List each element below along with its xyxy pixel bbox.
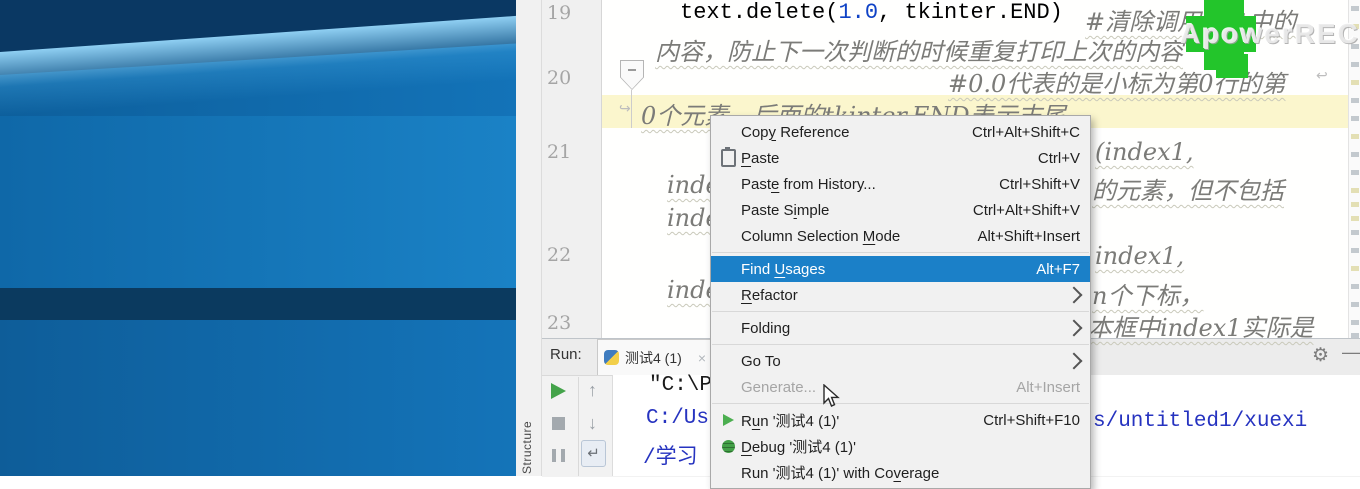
- error-stripe-mark: [1351, 116, 1359, 121]
- python-icon: [604, 350, 619, 365]
- apowerrec-logo-icon: [1216, 54, 1248, 78]
- line-number: 19: [547, 2, 572, 24]
- submenu-arrow-icon: [1065, 319, 1083, 337]
- menu-item-column-selection-mode[interactable]: Column Selection Mode Alt+Shift+Insert: [711, 223, 1090, 249]
- error-stripe-mark: [1351, 302, 1359, 307]
- menu-item-label: Refactor: [741, 286, 798, 304]
- menu-item-folding[interactable]: Folding: [711, 315, 1090, 341]
- menu-item-label: Column Selection Mode: [741, 227, 901, 245]
- run-label: Run:: [550, 346, 582, 363]
- pause-button[interactable]: [552, 449, 565, 462]
- rerun-button[interactable]: [551, 383, 566, 399]
- paste-icon-slot: [715, 147, 741, 167]
- menu-item-label: Go To: [741, 352, 781, 370]
- submenu-arrow-icon: [1065, 286, 1083, 304]
- menu-item-paste-simple[interactable]: Paste Simple Ctrl+Alt+Shift+V: [711, 197, 1090, 223]
- line-number: 22: [547, 244, 572, 266]
- menu-item-label: Generate...: [741, 378, 817, 396]
- error-stripe-scrollbar[interactable]: [1348, 0, 1360, 338]
- menu-separator: [712, 311, 1089, 312]
- menu-item-label: Find Usages: [741, 260, 826, 278]
- line-number: 21: [547, 141, 572, 163]
- apowerrec-watermark: ApowerREC: [1180, 18, 1360, 49]
- structure-tool-button[interactable]: Structure: [520, 421, 534, 474]
- error-stripe-mark: [1351, 62, 1359, 67]
- menu-item-paste[interactable]: Paste Ctrl+V: [711, 145, 1090, 171]
- menu-item-copy-reference[interactable]: Copy Reference Ctrl+Alt+Shift+C: [711, 119, 1090, 145]
- down-stack-trace-button[interactable]: ↓: [588, 413, 597, 434]
- menu-item-label: Debug '测试4 (1)': [741, 438, 856, 456]
- submenu-arrow-icon: [1065, 352, 1083, 370]
- menu-item-paste-from-history[interactable]: Paste from History... Ctrl+Shift+V: [711, 171, 1090, 197]
- wallpaper-dark-band: [0, 288, 516, 320]
- error-stripe-mark: [1351, 284, 1359, 289]
- fold-region-line: [631, 90, 632, 128]
- wallpaper-bottom-band: [0, 320, 516, 476]
- error-stripe-mark: [1351, 134, 1359, 139]
- error-stripe-mark: [1351, 98, 1359, 103]
- run-icon: [722, 414, 734, 426]
- menu-item-run-test4-coverage[interactable]: Run '测试4 (1)' with Coverage: [711, 459, 1090, 485]
- menu-separator: [712, 252, 1089, 253]
- line-number: 23: [547, 312, 572, 334]
- error-stripe-mark: [1351, 80, 1359, 85]
- error-stripe-mark: [1351, 152, 1359, 157]
- menu-item-label: Paste: [741, 149, 780, 167]
- menu-item-label: Paste Simple: [741, 201, 830, 219]
- menu-item-shortcut: Alt+Shift+Insert: [977, 227, 1080, 245]
- error-stripe-mark: [1351, 230, 1359, 235]
- menu-item-shortcut: Ctrl+Alt+Shift+C: [972, 123, 1080, 141]
- menu-separator: [712, 403, 1089, 404]
- menu-item-shortcut: Ctrl+Shift+V: [999, 175, 1080, 193]
- menu-item-generate[interactable]: Generate... Alt+Insert: [711, 374, 1090, 400]
- hide-panel-icon[interactable]: —: [1342, 342, 1360, 363]
- menu-item-label: Run '测试4 (1)': [741, 412, 840, 430]
- stop-button[interactable]: [552, 417, 565, 430]
- menu-item-shortcut: Ctrl+V: [1037, 149, 1080, 167]
- run-icon-slot: [715, 414, 741, 426]
- error-stripe-mark: [1351, 202, 1359, 207]
- line-number: 20: [547, 67, 572, 89]
- menu-item-shortcut: Ctrl+Alt+Shift+V: [972, 201, 1080, 219]
- mouse-cursor: [823, 384, 840, 407]
- debug-icon: [721, 439, 735, 453]
- menu-item-shortcut: Alt+F7: [1036, 260, 1080, 278]
- menu-item-label: Folding: [741, 319, 791, 337]
- toolbar-divider: [578, 377, 579, 476]
- error-stripe-mark: [1351, 188, 1359, 193]
- fold-marker-minus: [628, 69, 636, 71]
- soft-wrap-toggle-button[interactable]: ↵: [581, 440, 606, 467]
- gear-icon[interactable]: ⚙: [1312, 344, 1329, 367]
- error-stripe-mark: [1351, 170, 1359, 175]
- error-stripe-mark: [1351, 248, 1359, 253]
- debug-icon-slot: [715, 439, 741, 453]
- menu-item-label: Run '测试4 (1)' with Coverage: [741, 464, 940, 482]
- menu-item-shortcut: Alt+Insert: [1016, 378, 1080, 396]
- menu-item-label: Paste from History...: [741, 175, 876, 193]
- error-stripe-mark: [1351, 216, 1359, 221]
- close-tab-icon[interactable]: ×: [698, 350, 706, 366]
- editor-context-menu: Copy Reference Ctrl+Alt+Shift+C Paste Ctrl+…: [710, 115, 1091, 489]
- error-stripe-mark: [1351, 266, 1359, 271]
- menu-separator: [712, 344, 1089, 345]
- menu-item-refactor[interactable]: Refactor: [711, 282, 1090, 308]
- menu-item-run-test4[interactable]: Run '测试4 (1)' Ctrl+Shift+F10: [711, 407, 1090, 433]
- menu-item-shortcut: Ctrl+Shift+F10: [983, 411, 1080, 429]
- menu-item-go-to[interactable]: Go To: [711, 348, 1090, 374]
- menu-item-find-usages[interactable]: Find Usages Alt+F7: [711, 256, 1090, 282]
- run-config-tab[interactable]: 测试4 (1) ×: [597, 339, 713, 375]
- left-tool-window-stripe: [516, 0, 542, 476]
- run-tab-label: 测试4 (1): [625, 349, 682, 366]
- error-stripe-mark: [1351, 320, 1359, 325]
- editor-gutter: 19 20 21 22 23: [542, 0, 602, 338]
- up-stack-trace-button[interactable]: ↑: [588, 380, 597, 401]
- menu-item-debug-test4[interactable]: Debug '测试4 (1)': [711, 433, 1090, 459]
- error-stripe-mark: [1351, 6, 1359, 11]
- wallpaper-mid-band: [0, 116, 516, 288]
- windows-desktop-wallpaper: [0, 0, 516, 476]
- paste-icon: [720, 147, 736, 167]
- menu-item-label: Copy Reference: [741, 123, 850, 141]
